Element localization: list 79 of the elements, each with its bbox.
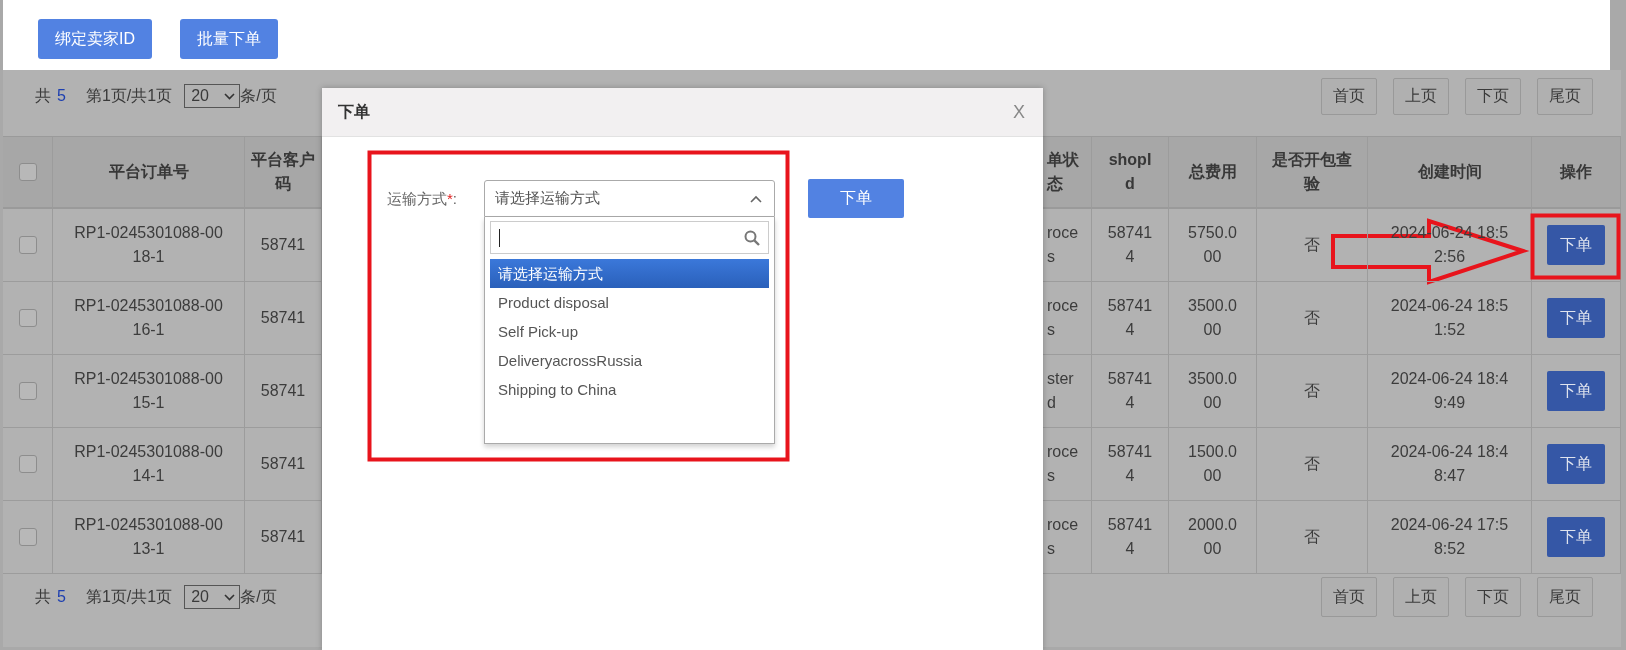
- table-cell: 否: [1257, 282, 1368, 355]
- pager-button[interactable]: 上页: [1393, 78, 1449, 115]
- table-cell: RP1-0245301088-0016-1: [53, 282, 245, 355]
- pager-button[interactable]: 上页: [1393, 577, 1449, 617]
- dialog-title: 下单: [338, 101, 370, 122]
- table-cell: RP1-0245301088-0018-1: [53, 209, 245, 282]
- total-label: 共: [35, 85, 51, 106]
- table-cell: 否: [1257, 501, 1368, 574]
- shipping-method-select[interactable]: 请选择运输方式: [484, 180, 775, 217]
- total-count: 5: [57, 87, 66, 105]
- checkbox[interactable]: [18, 382, 37, 400]
- table-cell: 587414: [1092, 428, 1169, 501]
- total-count: 5: [57, 588, 66, 606]
- table-cell: 2000.000: [1169, 501, 1257, 574]
- page-info: 第1页/共1页: [85, 85, 173, 106]
- toolbar-button[interactable]: 批量下单: [180, 19, 278, 59]
- table-cell: 3500.000: [1169, 355, 1257, 428]
- table-cell: 1500.000: [1169, 428, 1257, 501]
- table-cell: 587414: [1092, 355, 1169, 428]
- table-cell: 否: [1257, 428, 1368, 501]
- dropdown-option[interactable]: Shipping to China: [490, 375, 769, 404]
- column-header: 是否开包查验: [1257, 137, 1368, 209]
- table-cell: 587414: [1092, 209, 1169, 282]
- chevron-up-icon: [750, 194, 762, 203]
- place-order-button[interactable]: 下单: [1547, 517, 1605, 557]
- table-cell: 587414: [1092, 501, 1169, 574]
- column-header: shopId: [1092, 137, 1169, 209]
- toolbar-button[interactable]: 绑定卖家ID: [38, 19, 152, 59]
- column-header: 创建时间: [1368, 137, 1532, 209]
- table-cell: 3500.000: [1169, 282, 1257, 355]
- total-label: 共: [35, 586, 51, 607]
- table-cell: 否: [1257, 209, 1368, 282]
- dropdown-option[interactable]: 请选择运输方式: [490, 259, 769, 288]
- table-cell: 2024-06-24 18:49:49: [1368, 355, 1532, 428]
- table-cell: 否: [1257, 355, 1368, 428]
- search-field[interactable]: [490, 221, 769, 254]
- column-header: 操作: [1532, 137, 1621, 209]
- table-cell: RP1-0245301088-0014-1: [53, 428, 245, 501]
- dropdown-option[interactable]: Product disposal: [490, 288, 769, 317]
- pager-button[interactable]: 下页: [1465, 577, 1521, 617]
- table-cell: 2024-06-24 18:51:52: [1368, 282, 1532, 355]
- column-header: 总费用: [1169, 137, 1257, 209]
- column-header: 平台客户码: [245, 137, 322, 209]
- page-info: 第1页/共1页: [85, 586, 173, 607]
- pager-button[interactable]: 首页: [1321, 577, 1377, 617]
- search-icon: [744, 229, 760, 246]
- field-label: 运输方式*:: [387, 189, 458, 209]
- table-cell: RP1-0245301088-0013-1: [53, 501, 245, 574]
- submit-button[interactable]: 下单: [808, 179, 904, 218]
- pager-button[interactable]: 首页: [1321, 78, 1377, 115]
- chevron-down-icon: [224, 593, 236, 601]
- pager-button[interactable]: 尾页: [1537, 78, 1593, 115]
- dropdown-option[interactable]: DeliveryacrossRussia: [490, 346, 769, 375]
- page-size-suffix: 条/页: [240, 586, 277, 607]
- dropdown-option[interactable]: Self Pick-up: [490, 317, 769, 346]
- chevron-down-icon: [224, 92, 236, 100]
- table-cell: 587414: [1092, 282, 1169, 355]
- checkbox[interactable]: [18, 309, 37, 327]
- pager-button[interactable]: 下页: [1465, 78, 1521, 115]
- place-order-button[interactable]: 下单: [1547, 371, 1605, 411]
- table-cell: 2024-06-24 17:58:52: [1368, 501, 1532, 574]
- table-cell: 2024-06-24 18:48:47: [1368, 428, 1532, 501]
- pager-button[interactable]: 尾页: [1537, 577, 1593, 617]
- close-button[interactable]: X: [1013, 101, 1025, 123]
- place-order-button[interactable]: 下单: [1547, 444, 1605, 484]
- checkbox[interactable]: [18, 163, 37, 181]
- checkbox[interactable]: [18, 528, 37, 546]
- page-size-suffix: 条/页: [240, 85, 277, 106]
- page-size-select[interactable]: 20: [184, 84, 241, 108]
- checkbox[interactable]: [18, 455, 37, 473]
- page-size-select[interactable]: 20: [184, 585, 241, 609]
- place-order-button[interactable]: 下单: [1547, 298, 1605, 338]
- place-order-button[interactable]: 下单: [1547, 225, 1605, 265]
- text-cursor: [499, 228, 500, 247]
- column-header: 单状态: [1043, 137, 1092, 209]
- table-cell: RP1-0245301088-0015-1: [53, 355, 245, 428]
- table-cell: 5750.000: [1169, 209, 1257, 282]
- column-header: 平台订单号: [53, 137, 245, 209]
- checkbox[interactable]: [18, 236, 37, 254]
